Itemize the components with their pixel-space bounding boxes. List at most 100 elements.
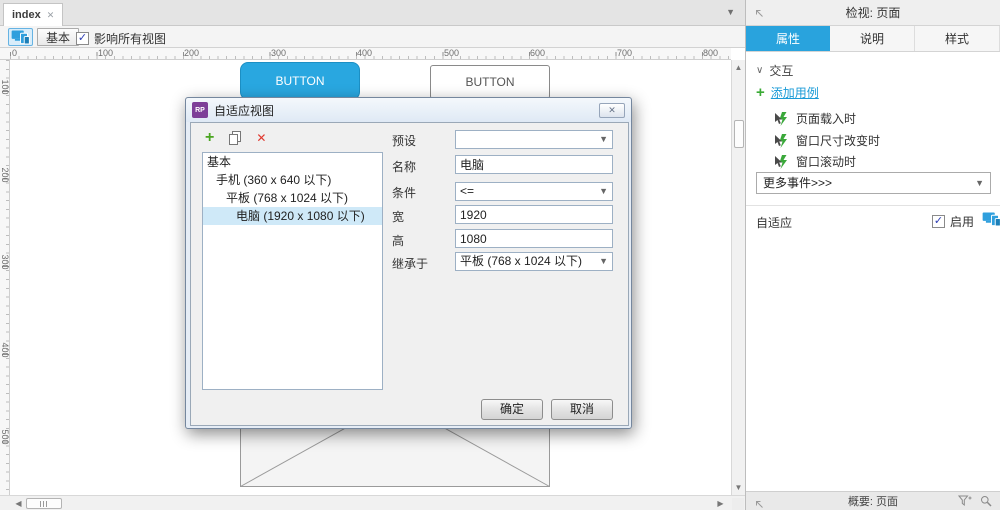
vertical-ruler: 100 200 300 400 500 <box>0 60 10 495</box>
ruler-corner <box>0 48 10 60</box>
ruler-mark: 200 <box>184 48 200 58</box>
preset-label: 预设 <box>392 134 417 148</box>
inspector-header: 检视: 页面 <box>746 0 1000 26</box>
views-list: 基本 手机 (360 x 640 以下) 平板 (768 x 1024 以下) … <box>202 152 383 390</box>
ruler-mark: 200 <box>0 167 10 183</box>
view-list-item-selected[interactable]: 电脑 (1920 x 1080 以下) <box>203 207 382 225</box>
view-list-item[interactable]: 平板 (768 x 1024 以下) <box>203 189 382 207</box>
ruler-mark: 500 <box>444 48 460 58</box>
tab-index[interactable]: index ✕ <box>3 3 64 26</box>
name-field[interactable] <box>455 155 613 174</box>
dialog-titlebar[interactable]: RP 自适应视图 ✕ <box>186 98 631 122</box>
duplicate-view-icon[interactable] <box>228 131 242 145</box>
height-label: 高 <box>392 234 405 248</box>
chevron-down-icon: ▼ <box>599 256 608 266</box>
event-page-load[interactable]: 页面载入时 <box>774 110 856 127</box>
event-window-resize[interactable]: 窗口尺寸改变时 <box>774 132 880 149</box>
horizontal-scrollbar[interactable]: ◀ ▶ <box>0 495 745 510</box>
plus-icon: + <box>756 83 765 101</box>
ok-button[interactable]: 确定 <box>481 399 543 420</box>
horizontal-ruler: 0 100 200 300 400 500 600 700 800 <box>10 48 731 60</box>
view-list-item[interactable]: 手机 (360 x 640 以下) <box>203 171 382 189</box>
vertical-scrollbar[interactable]: ▲ ▼ <box>731 60 745 495</box>
tab-notes[interactable]: 说明 <box>830 26 915 51</box>
ruler-mark: 0 <box>12 48 18 58</box>
collapse-pane-icon[interactable] <box>754 499 764 509</box>
event-icon <box>775 154 787 169</box>
horizontal-scroll-thumb[interactable] <box>26 498 62 509</box>
canvas-secondary-button-widget[interactable]: BUTTON <box>430 65 550 99</box>
tab-overflow-icon[interactable]: ▼ <box>726 7 735 17</box>
inherit-dropdown[interactable]: 平板 (768 x 1024 以下) ▼ <box>455 252 613 271</box>
view-toolbar: 基本 ✓ 影响所有视图 <box>0 26 745 48</box>
close-icon[interactable]: ✕ <box>47 10 55 21</box>
inherit-label: 继承于 <box>392 257 429 271</box>
scroll-down-icon[interactable]: ▼ <box>732 481 745 494</box>
chevron-down-icon: ▼ <box>975 178 984 188</box>
scrollbar-corner <box>732 498 744 510</box>
height-field[interactable] <box>455 229 613 248</box>
chevron-down-icon: ▼ <box>599 134 608 144</box>
affect-all-views-label: 影响所有视图 <box>94 32 167 46</box>
width-label: 宽 <box>392 210 405 224</box>
add-case-link[interactable]: + 添加用例 <box>756 84 819 101</box>
affect-all-views-checkbox[interactable]: ✓ <box>76 32 89 45</box>
adaptive-views-button[interactable] <box>8 28 33 46</box>
devices-icon[interactable] <box>982 212 1000 226</box>
rp-logo-icon: RP <box>192 102 208 118</box>
inspector-title: 检视: 页面 <box>845 6 901 20</box>
inspector-tabs: 属性 说明 样式 <box>746 26 1000 52</box>
event-icon <box>775 133 787 148</box>
tab-label: index <box>12 9 41 21</box>
enable-label: 启用 <box>950 215 975 229</box>
ruler-mark: 800 <box>703 48 719 58</box>
axure-app: index ✕ ▼ 基本 ✓ 影响所有视图 0 100 200 300 400 … <box>0 0 1000 510</box>
base-view-button[interactable]: 基本 <box>37 28 80 46</box>
ruler-mark: 600 <box>530 48 546 58</box>
ruler-mark: 400 <box>0 342 10 358</box>
tab-properties[interactable]: 属性 <box>746 26 830 51</box>
ruler-mark: 700 <box>617 48 633 58</box>
filter-icon[interactable] <box>958 495 972 507</box>
adaptive-views-dialog: RP 自适应视图 ✕ + ✕ 基本 手机 (360 x 640 以下) 平板 (… <box>185 97 632 429</box>
event-window-scroll[interactable]: 窗口滚动时 <box>774 153 856 170</box>
interaction-section-header[interactable]: ∨ 交互 <box>756 62 793 79</box>
outline-title: 概要: 页面 <box>847 496 899 508</box>
ruler-mark: 300 <box>0 254 10 270</box>
ruler-mark: 100 <box>0 79 10 95</box>
condition-label: 条件 <box>392 186 417 200</box>
condition-dropdown[interactable]: <= ▼ <box>455 182 613 201</box>
collapse-pane-icon[interactable] <box>754 8 764 18</box>
ruler-mark: 500 <box>0 429 10 445</box>
more-events-dropdown[interactable]: 更多事件>>> ▼ <box>756 172 991 194</box>
tab-style[interactable]: 样式 <box>915 26 1000 51</box>
view-list-item[interactable]: 基本 <box>203 153 382 171</box>
search-icon[interactable] <box>980 495 992 507</box>
canvas-primary-button-widget[interactable]: BUTTON <box>240 62 360 100</box>
divider <box>746 205 1000 206</box>
adaptive-section-label: 自适应 <box>756 216 793 230</box>
add-view-icon[interactable]: + <box>205 130 214 146</box>
tab-strip: index ✕ ▼ <box>0 0 745 26</box>
ruler-mark: 100 <box>98 48 114 58</box>
scroll-up-icon[interactable]: ▲ <box>732 61 745 74</box>
width-field[interactable] <box>455 205 613 224</box>
dialog-body: + ✕ 基本 手机 (360 x 640 以下) 平板 (768 x 1024 … <box>190 122 629 426</box>
scroll-left-icon[interactable]: ◀ <box>12 497 25 510</box>
devices-icon <box>11 30 30 44</box>
cancel-button[interactable]: 取消 <box>551 399 613 420</box>
chevron-down-icon: ∨ <box>756 65 764 76</box>
ruler-mark: 400 <box>357 48 373 58</box>
chevron-down-icon: ▼ <box>599 186 608 196</box>
outline-footer: 概要: 页面 <box>746 491 1000 510</box>
inspector-panel: 检视: 页面 属性 说明 样式 ∨ 交互 + 添加用例 页面载入时 窗口尺寸改变… <box>745 0 1000 510</box>
vertical-scroll-thumb[interactable] <box>734 120 744 148</box>
dialog-title: 自适应视图 <box>214 103 275 118</box>
preset-dropdown[interactable]: ▼ <box>455 130 613 149</box>
delete-view-icon[interactable]: ✕ <box>256 131 266 145</box>
name-label: 名称 <box>392 160 417 174</box>
ruler-mark: 300 <box>271 48 287 58</box>
enable-adaptive-checkbox[interactable]: ✓ <box>932 215 945 228</box>
close-icon[interactable]: ✕ <box>599 102 625 118</box>
scroll-right-icon[interactable]: ▶ <box>714 497 727 510</box>
